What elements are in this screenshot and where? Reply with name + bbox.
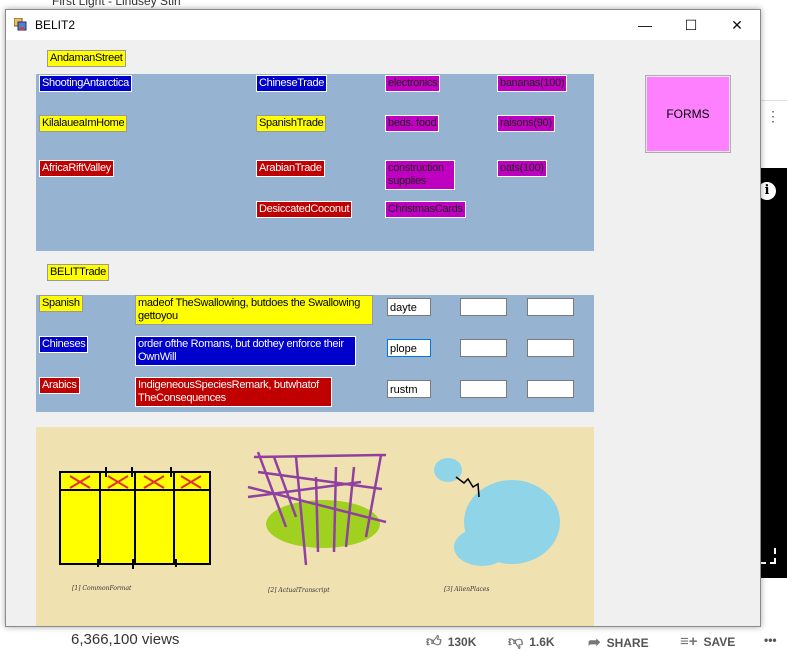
- label-construction-supplies: construction supplies: [385, 160, 455, 190]
- divider: [760, 100, 787, 101]
- label-christmas-cards: ChristmasCards: [385, 201, 466, 218]
- input-spanish-2[interactable]: [460, 298, 507, 316]
- label-bananas: bananas(100): [497, 75, 568, 92]
- label-desiccated-coconut: DesiccatedCoconut: [256, 201, 353, 218]
- input-chineses-2[interactable]: [460, 339, 507, 357]
- andaman-panel: ShootingAntarctica KilalaueaImHome Afric…: [36, 74, 594, 251]
- input-spanish-1[interactable]: dayte: [387, 298, 431, 316]
- label-electronics: electronics: [385, 75, 441, 92]
- input-arabics-1[interactable]: rustm: [387, 380, 431, 398]
- maximize-icon: ☐: [684, 17, 698, 33]
- close-icon: ✕: [731, 17, 743, 33]
- label-kilalauea-im-home: KilalaueaImHome: [39, 115, 128, 132]
- label-beds-food: beds. food: [385, 115, 440, 132]
- input-chineses-3[interactable]: [527, 339, 574, 357]
- remark-chineses: order ofthe Romans, but dothey enforce t…: [135, 336, 356, 366]
- label-spanish-trade: SpanishTrade: [256, 115, 327, 132]
- alien-places-drawing: [434, 458, 560, 566]
- browser-side-strip: [760, 40, 787, 168]
- thumbs-up-icon: 👍︎: [426, 633, 442, 650]
- video-views: 6,366,100 views: [71, 631, 180, 648]
- remark-arabics: IndigeneousSpeciesRemark, butwhatof TheC…: [135, 377, 332, 407]
- dislike-count: 1.6K: [529, 635, 555, 649]
- playlist-add-icon: ≡+: [680, 633, 698, 650]
- input-arabics-3[interactable]: [527, 380, 574, 398]
- input-chineses-1[interactable]: plope: [387, 339, 431, 357]
- maximize-button[interactable]: ☐: [668, 10, 714, 40]
- share-button[interactable]: ➦ SHARE: [588, 633, 649, 651]
- minimize-button[interactable]: —: [622, 10, 668, 40]
- dislike-button[interactable]: 👎︎ 1.6K: [508, 633, 555, 651]
- remark-spanish: madeof TheSwallowing, butdoes the Swallo…: [135, 295, 373, 325]
- belit-panel: Spanish madeof TheSwallowing, butdoes th…: [36, 295, 594, 412]
- share-icon: ➦: [588, 634, 601, 651]
- actual-transcript-drawing: [247, 451, 387, 566]
- label-africa-rift-valley: AfricaRiftValley: [39, 160, 114, 177]
- minimize-icon: —: [638, 17, 652, 33]
- caption-actual-transcript: [2] ActualTranscript: [268, 587, 330, 594]
- belit-trade-header: BELITTrade: [47, 264, 109, 281]
- label-arabics: Arabics: [39, 377, 80, 394]
- more-button[interactable]: •••: [764, 633, 777, 647]
- browser-tab[interactable]: First Light - Lindsey Stirl: [0, 0, 300, 8]
- label-spanish: Spanish: [39, 295, 83, 312]
- drawing-panel: [1] CommonFormat [2] ActualTranscript [3…: [36, 427, 594, 626]
- label-raisons: raisons(90): [497, 115, 555, 132]
- like-button[interactable]: 👍︎ 130K: [426, 633, 476, 651]
- input-spanish-3[interactable]: [527, 298, 574, 316]
- label-oats: oats(100): [497, 160, 547, 177]
- label-chineses: Chineses: [39, 336, 89, 353]
- browser-side-icon: ⋮: [766, 108, 780, 124]
- save-label: SAVE: [703, 635, 736, 649]
- caption-common-format: [1] CommonFormat: [72, 585, 132, 592]
- share-label: SHARE: [606, 636, 649, 650]
- label-shooting-antarctica: ShootingAntarctica: [39, 75, 132, 92]
- close-button[interactable]: ✕: [714, 10, 760, 40]
- like-count: 130K: [447, 635, 477, 649]
- app-icon: [14, 18, 27, 31]
- window-title: BELIT2: [35, 18, 76, 32]
- title-bar[interactable]: BELIT2 — ☐ ✕: [6, 10, 760, 40]
- fullscreen-icon[interactable]: [760, 548, 776, 564]
- app-window: BELIT2 — ☐ ✕ AndamanStreet ShootingAntar…: [5, 9, 761, 627]
- input-arabics-2[interactable]: [460, 380, 507, 398]
- forms-button[interactable]: FORMS: [645, 75, 731, 153]
- browser-tab-title: First Light - Lindsey Stirl: [52, 0, 181, 8]
- caption-alien-places: [3] AlienPlaces: [444, 586, 490, 593]
- common-format-drawing: [59, 467, 211, 569]
- label-arabian-trade: ArabianTrade: [256, 160, 325, 177]
- label-chinese-trade: ChineseTrade: [256, 75, 328, 92]
- drawings-canvas: [59, 451, 560, 569]
- video-player[interactable]: [760, 168, 787, 578]
- thumbs-down-icon: 👎︎: [508, 633, 524, 650]
- andaman-street-header: AndamanStreet: [47, 50, 126, 67]
- save-button[interactable]: ≡+ SAVE: [680, 633, 735, 650]
